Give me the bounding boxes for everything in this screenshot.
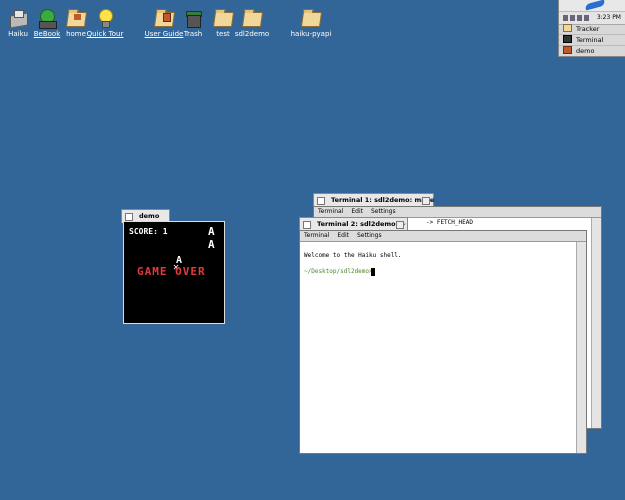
menu-terminal[interactable]: Terminal <box>318 208 343 215</box>
menu-edit[interactable]: Edit <box>351 208 363 215</box>
score-label: SCORE: 1 <box>129 227 168 236</box>
deskbar-app-label: Terminal <box>576 36 604 44</box>
terminal-output-line: -> FETCH_HEAD <box>426 219 473 226</box>
close-button[interactable] <box>303 221 311 229</box>
menu-settings[interactable]: Settings <box>371 208 396 215</box>
tray-icon[interactable] <box>577 15 582 21</box>
menu-edit[interactable]: Edit <box>337 232 349 239</box>
deskbar: 3:23 PM Tracker Terminal demo <box>558 0 625 57</box>
close-button[interactable] <box>125 213 133 221</box>
deskbar-app-tracker[interactable]: Tracker <box>559 24 625 35</box>
zoom-button[interactable] <box>422 197 430 205</box>
lightbulb-icon <box>95 8 115 28</box>
demo-app-icon <box>563 46 572 54</box>
tray-icon[interactable] <box>563 15 568 21</box>
menu-terminal[interactable]: Terminal <box>304 232 329 239</box>
deskbar-app-demo[interactable]: demo <box>559 46 625 56</box>
tray-icon[interactable] <box>570 15 575 21</box>
deskbar-app-label: Tracker <box>576 25 600 33</box>
desktop-icon-haiku-pyapi[interactable]: haiku-pyapi <box>281 8 341 39</box>
shell-prompt: ~/Desktop/sdl2demo> <box>304 268 373 275</box>
haiku-leaf-icon <box>584 0 606 11</box>
terminal2-window-tab[interactable]: Terminal 2: sdl2demo: ~ <box>299 217 408 231</box>
clock[interactable]: 3:23 PM <box>597 14 621 21</box>
desktop-icon-label: Quick Tour <box>86 30 124 38</box>
terminal2-window: Terminal Edit Settings Welcome to the Haik… <box>299 230 587 454</box>
close-button[interactable] <box>317 197 325 205</box>
menu-settings[interactable]: Settings <box>357 232 382 239</box>
welcome-text: Welcome to the Haiku shell. <box>304 252 402 259</box>
system-tray: 3:23 PM <box>559 11 625 25</box>
desktop-icon-quick-tour[interactable]: Quick Tour <box>75 8 135 39</box>
alien-sprite: A <box>208 238 215 251</box>
text-cursor <box>371 268 375 276</box>
terminal1-window-tab[interactable]: Terminal 1: sdl2demo: make <box>313 193 434 207</box>
vertical-scrollbar[interactable] <box>591 218 601 428</box>
tracker-icon <box>563 24 572 32</box>
deskbar-app-label: demo <box>576 47 595 55</box>
deskbar-app-terminal[interactable]: Terminal <box>559 35 625 46</box>
zoom-button[interactable] <box>396 221 404 229</box>
desktop-icon-label: haiku-pyapi <box>290 30 332 38</box>
game-canvas[interactable]: SCORE: 1 A A A ✕ GAME OVER <box>123 221 225 324</box>
alien-sprite: A <box>208 225 215 238</box>
menu-bar: Terminal Edit Settings <box>300 231 586 242</box>
deskbar-leaf-menu[interactable] <box>559 0 625 11</box>
game-over-text: GAME OVER <box>137 265 206 278</box>
terminal-icon <box>563 35 572 43</box>
desktop-icon-sdl2demo[interactable]: sdl2demo <box>222 8 282 39</box>
tray-icon[interactable] <box>584 15 589 21</box>
folder-icon <box>300 8 323 28</box>
desktop-icon-label: sdl2demo <box>234 30 270 38</box>
folder-icon <box>241 8 264 28</box>
vertical-scrollbar[interactable] <box>576 242 586 453</box>
